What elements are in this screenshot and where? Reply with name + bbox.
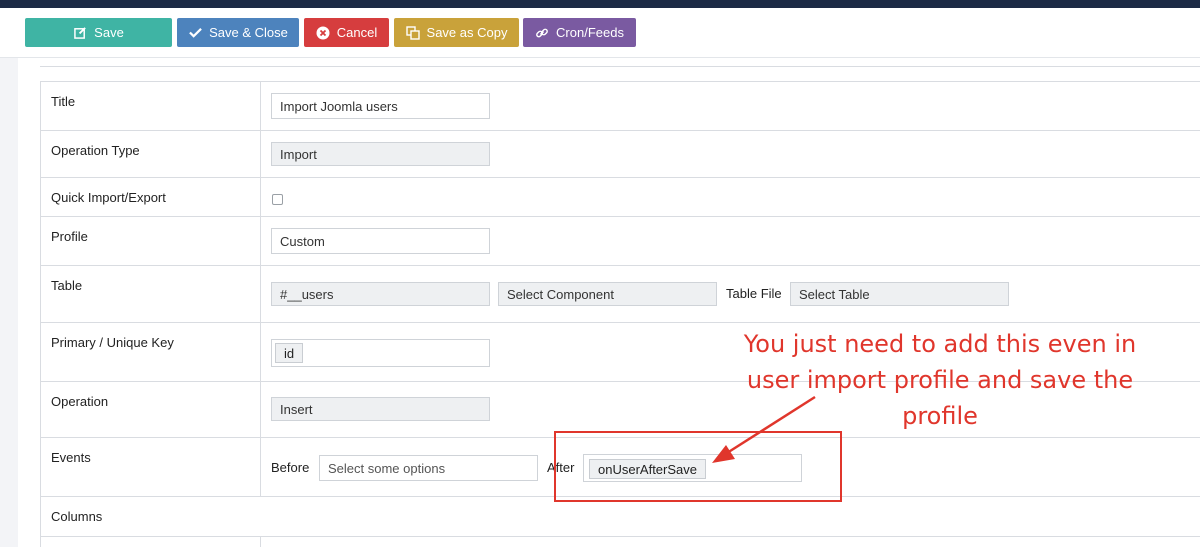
label: Quick Import/Export [51, 190, 166, 205]
operation-field: Insert [271, 397, 490, 421]
row-operation-type: Operation Type Import [41, 131, 1200, 178]
edit-icon [73, 26, 87, 40]
quick-import-checkbox[interactable] [272, 194, 283, 205]
annotation-text: You just need to add this even in user i… [730, 326, 1150, 434]
row-quick-import-export: Quick Import/Export [41, 178, 1200, 217]
label: Operation [51, 394, 109, 409]
primary-key-tag: id [275, 343, 304, 363]
select-component-dropdown[interactable]: Select Component [498, 282, 717, 306]
cancel-label: Cancel [336, 25, 378, 40]
profile-input[interactable]: Custom [271, 228, 490, 254]
before-events-select[interactable]: Select some options [319, 455, 538, 481]
label: Operation Type [51, 143, 140, 158]
copy-icon [405, 25, 420, 40]
divider [40, 66, 1200, 67]
table-file-label: Table File [726, 286, 782, 301]
label: Events [51, 450, 91, 465]
title-input[interactable]: Import Joomla users [271, 93, 490, 119]
save-as-copy-label: Save as Copy [426, 25, 508, 40]
toolbar: Save Save & Close Cancel Save as Copy Cr… [0, 8, 1200, 58]
left-gutter [0, 58, 18, 547]
row-columns: Columns [41, 497, 1200, 537]
annotation-line: profile [902, 402, 978, 430]
row-next [41, 537, 1200, 547]
label: Primary / Unique Key [51, 335, 174, 350]
cron-feeds-label: Cron/Feeds [556, 25, 624, 40]
row-table: Table #__users Select Component Table Fi… [41, 266, 1200, 323]
save-label: Save [94, 25, 124, 40]
annotation-highlight-box [554, 431, 842, 502]
save-close-label: Save & Close [209, 25, 288, 40]
cancel-button[interactable]: Cancel [304, 18, 389, 47]
before-label: Before [271, 460, 310, 475]
close-circle-icon [316, 26, 330, 40]
save-as-copy-button[interactable]: Save as Copy [394, 18, 519, 47]
row-profile: Profile Custom [41, 217, 1200, 266]
label: Columns [51, 509, 103, 524]
label: Table [51, 278, 83, 293]
select-table-dropdown[interactable]: Select Table [790, 282, 1009, 306]
save-close-button[interactable]: Save & Close [177, 18, 299, 47]
save-button[interactable]: Save [25, 18, 172, 47]
label: Profile [51, 229, 88, 244]
top-navbar [0, 0, 1200, 8]
annotation-line: user import profile and save the [746, 366, 1134, 394]
annotation-line: You just need to add this even in [743, 330, 1137, 358]
label: Title [51, 94, 76, 109]
cron-feeds-button[interactable]: Cron/Feeds [523, 18, 636, 47]
primary-key-input[interactable]: id [271, 339, 490, 367]
row-title: Title Import Joomla users [41, 82, 1200, 131]
operation-type-field: Import [271, 142, 490, 166]
check-icon [188, 26, 202, 40]
table-name-field: #__users [271, 282, 490, 306]
link-icon [535, 26, 549, 40]
